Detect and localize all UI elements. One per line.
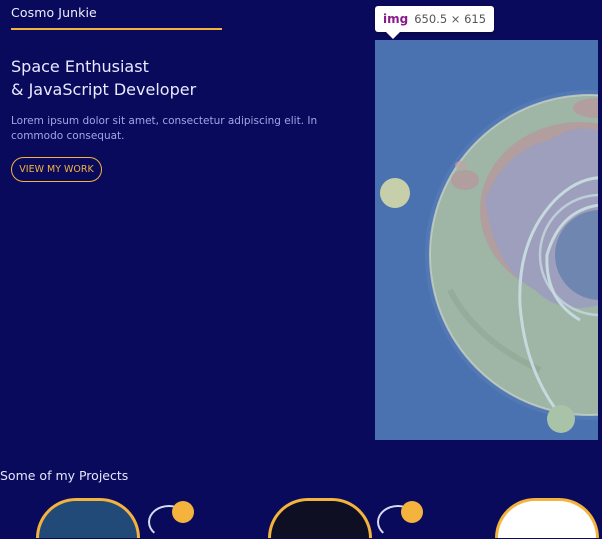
orbit-dot-icon [172,501,194,523]
project-card-1[interactable] [36,498,140,538]
inspector-dimensions: 650.5 × 615 [414,12,487,26]
hero-title-line-2: & JavaScript Developer [11,80,197,99]
orbit-dot-icon [401,501,423,523]
planet-illustration-graphic [380,90,598,433]
projects-section-title: Some of my Projects [0,468,129,483]
project-card-3[interactable] [495,498,599,538]
project-card-2[interactable] [268,498,372,538]
hero-title-line-1: Space Enthusiast [11,57,149,76]
hero-description: Lorem ipsum dolor sit amet, consectetur … [11,115,318,142]
planet-illustration [375,40,598,440]
inspector-tooltip-arrow [386,32,400,39]
brand-underline [11,28,222,30]
view-my-work-button[interactable]: VIEW MY WORK [11,157,102,182]
hero-title: Space Enthusiast & JavaScript Developer [11,55,196,101]
brand-name[interactable]: Cosmo Junkie [11,5,97,20]
inspector-tooltip: img 650.5 × 615 [375,6,495,32]
inspector-tag-name: img [383,12,409,26]
